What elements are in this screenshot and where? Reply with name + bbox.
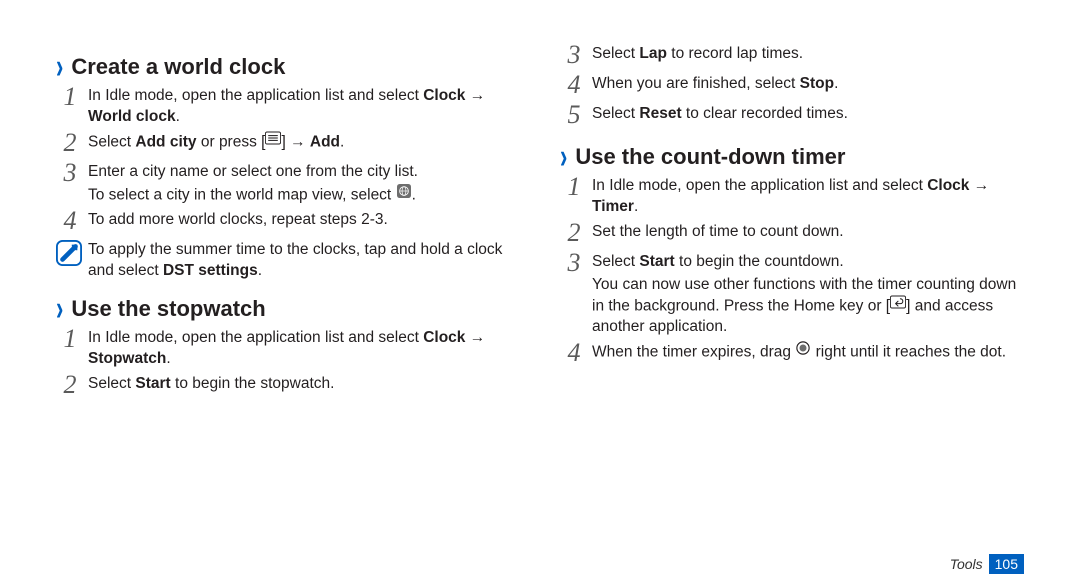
sw-step-3: 3 Select Lap to record lap times. <box>560 44 1024 70</box>
step-body: In Idle mode, open the application list … <box>592 176 1024 218</box>
page-number: 105 <box>989 554 1024 574</box>
step-4: 4 To add more world clocks, repeat steps… <box>56 210 520 236</box>
step-body: Select Start to begin the countdown. You… <box>592 252 1024 338</box>
globe-icon <box>396 184 412 205</box>
t-step-1: 1 In Idle mode, open the application lis… <box>560 176 1024 218</box>
left-column: › Create a world clock 1 In Idle mode, o… <box>56 40 520 404</box>
step-number: 1 <box>560 174 588 200</box>
step-body: In Idle mode, open the application list … <box>88 86 520 128</box>
step-number: 3 <box>560 42 588 68</box>
t-step-4: 4 When the timer expires, drag right unt… <box>560 342 1024 368</box>
step-body: Select Start to begin the stopwatch. <box>88 374 520 395</box>
t-step-3: 3 Select Start to begin the countdown. Y… <box>560 252 1024 338</box>
menu-key-icon <box>265 131 281 152</box>
step-number: 3 <box>560 250 588 276</box>
right-column: 3 Select Lap to record lap times. 4 When… <box>560 40 1024 404</box>
t-step-2: 2 Set the length of time to count down. <box>560 222 1024 248</box>
page-footer: Tools 105 <box>950 554 1024 574</box>
step-number: 1 <box>56 326 84 352</box>
sw-step-4: 4 When you are finished, select Stop. <box>560 74 1024 100</box>
step-number: 4 <box>560 340 588 366</box>
step-body: When the timer expires, drag right until… <box>592 342 1024 363</box>
chevron-icon: › <box>560 136 567 178</box>
drag-circle-icon <box>795 341 811 362</box>
step-number: 4 <box>56 208 84 234</box>
step-number: 4 <box>560 72 588 98</box>
footer-section: Tools <box>950 556 983 572</box>
sw-step-1: 1 In Idle mode, open the application lis… <box>56 328 520 370</box>
tip-body: To apply the summer time to the clocks, … <box>88 240 520 282</box>
sw-step-5: 5 Select Reset to clear recorded times. <box>560 104 1024 130</box>
heading-stopwatch: › Use the stopwatch <box>56 296 520 322</box>
step-body: Enter a city name or select one from the… <box>88 162 520 206</box>
heading-timer: › Use the count-down timer <box>560 144 1024 170</box>
step-body: Select Lap to record lap times. <box>592 44 1024 65</box>
step-body: In Idle mode, open the application list … <box>88 328 520 370</box>
heading-text: Create a world clock <box>71 54 285 80</box>
back-key-icon <box>890 295 906 316</box>
step-number: 1 <box>56 84 84 110</box>
note-icon <box>56 240 82 266</box>
heading-text: Use the count-down timer <box>575 144 845 170</box>
step-body: When you are finished, select Stop. <box>592 74 1024 95</box>
step-number: 5 <box>560 102 588 128</box>
step-body: Select Add city or press [] → Add. <box>88 132 520 153</box>
sw-step-2: 2 Select Start to begin the stopwatch. <box>56 374 520 400</box>
chevron-icon: › <box>56 288 63 330</box>
step-body: To add more world clocks, repeat steps 2… <box>88 210 520 231</box>
step-body: Set the length of time to count down. <box>592 222 1024 243</box>
step-number: 2 <box>56 130 84 156</box>
step-body: Select Reset to clear recorded times. <box>592 104 1024 125</box>
heading-world-clock: › Create a world clock <box>56 54 520 80</box>
tip-dst: To apply the summer time to the clocks, … <box>56 240 520 282</box>
step-number: 2 <box>56 372 84 398</box>
step-number: 3 <box>56 160 84 186</box>
step-3: 3 Enter a city name or select one from t… <box>56 162 520 206</box>
chevron-icon: › <box>56 46 63 88</box>
heading-text: Use the stopwatch <box>71 296 265 322</box>
step-1: 1 In Idle mode, open the application lis… <box>56 86 520 128</box>
step-number: 2 <box>560 220 588 246</box>
step-2: 2 Select Add city or press [] → Add. <box>56 132 520 158</box>
